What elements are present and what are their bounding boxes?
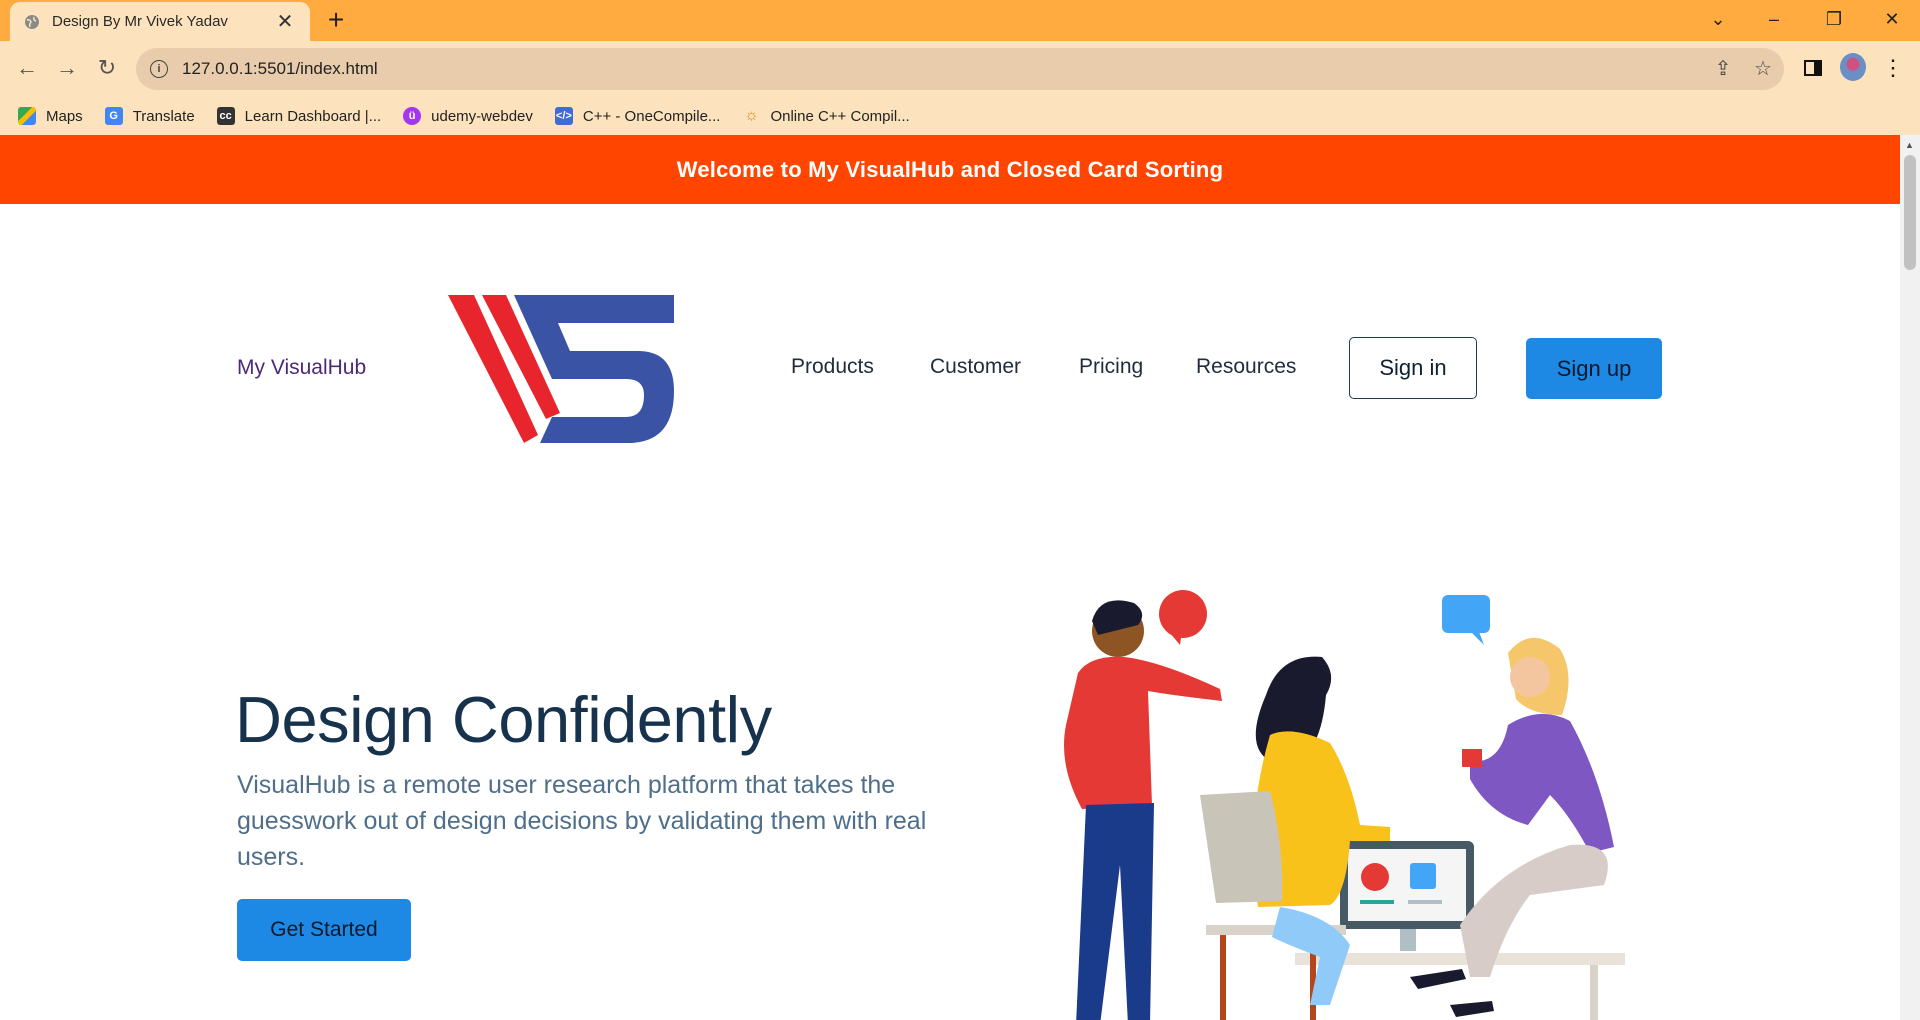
bookmark-label: Learn Dashboard |... [244, 107, 382, 125]
hero-description: VisualHub is a remote user research plat… [237, 771, 927, 871]
nav-products[interactable]: Products [791, 355, 874, 379]
sign-in-button[interactable]: Sign in [1349, 337, 1477, 399]
nav-resources[interactable]: Resources [1196, 355, 1296, 379]
bookmark-label: Translate [132, 107, 195, 125]
restore-button[interactable]: ❐ [1806, 0, 1862, 38]
bookmark-label: Online C++ Compil... [770, 107, 910, 125]
close-tab-icon[interactable]: ✕ [274, 11, 296, 33]
forward-button[interactable]: → [52, 53, 82, 83]
page-viewport: Welcome to My VisualHub and Closed Card … [0, 135, 1920, 1020]
menu-dots-icon[interactable]: ⋮ [1880, 55, 1906, 81]
bookmark-star-icon[interactable]: ☆ [1748, 53, 1778, 83]
share-icon[interactable]: ⇪ [1708, 53, 1738, 83]
browser-tab-strip: Design By Mr Vivek Yadav ✕ + ⌄ – ❐ ✕ [0, 0, 1920, 41]
bookmarks-bar: Maps G Translate cc Learn Dashboard |...… [0, 97, 1920, 135]
browser-toolbar: ← → ↻ i 127.0.0.1:5501/index.html ⇪ ☆ ⋮ [0, 41, 1920, 97]
back-button[interactable]: ← [12, 53, 42, 83]
browser-tab[interactable]: Design By Mr Vivek Yadav ✕ [10, 2, 310, 41]
welcome-banner: Welcome to My VisualHub and Closed Card … [0, 135, 1900, 204]
profile-avatar[interactable] [1840, 53, 1866, 81]
page-scrollbar[interactable]: ▲ [1900, 135, 1920, 1020]
banner-text: Welcome to My VisualHub and Closed Card … [676, 156, 1224, 182]
hero-title: Design Confidently [235, 683, 772, 756]
scrollbar-thumb[interactable] [1904, 155, 1916, 270]
nav-customer[interactable]: Customer [930, 355, 1021, 379]
code-icon: </> [554, 107, 573, 125]
site-info-icon[interactable]: i [150, 60, 168, 78]
address-bar[interactable]: i 127.0.0.1:5501/index.html [136, 48, 1784, 90]
udemy-icon: ü [403, 107, 422, 125]
bookmark-label: udemy-webdev [431, 107, 533, 125]
translate-icon: G [104, 107, 123, 125]
url-text: 127.0.0.1:5501/index.html [182, 59, 378, 78]
globe-icon [25, 14, 39, 29]
get-started-button[interactable]: Get Started [237, 899, 411, 961]
sun-icon: ☼ [744, 107, 759, 124]
bookmark-translate[interactable]: G Translate [104, 107, 195, 125]
bookmark-label: Maps [46, 107, 83, 125]
sign-up-button[interactable]: Sign up [1526, 338, 1662, 399]
bookmark-udemy[interactable]: ü udemy-webdev [403, 107, 533, 125]
tab-search-icon[interactable]: ⌄ [1690, 0, 1746, 38]
bookmark-online-cpp[interactable]: ☼ Online C++ Compil... [742, 107, 910, 125]
reload-button[interactable]: ↻ [92, 53, 122, 83]
brand-link[interactable]: My VisualHub [237, 356, 366, 380]
new-tab-button[interactable]: + [322, 6, 350, 34]
coursera-icon: cc [216, 107, 235, 125]
close-window-button[interactable]: ✕ [1864, 0, 1920, 38]
bookmark-label: C++ - OneCompile... [582, 107, 721, 125]
bookmark-maps[interactable]: Maps [18, 107, 83, 125]
side-panel-icon[interactable] [1800, 55, 1826, 81]
minimize-button[interactable]: – [1746, 0, 1802, 38]
vs-logo [448, 295, 674, 443]
bookmark-onecompiler[interactable]: </> C++ - OneCompile... [554, 107, 721, 125]
tab-title: Design By Mr Vivek Yadav [52, 13, 228, 30]
scroll-up-icon[interactable]: ▲ [1905, 140, 1914, 150]
maps-icon [18, 107, 36, 125]
nav-pricing[interactable]: Pricing [1079, 355, 1143, 379]
team-illustration [1064, 590, 1625, 1020]
bookmark-learn-dashboard[interactable]: cc Learn Dashboard |... [216, 107, 382, 125]
